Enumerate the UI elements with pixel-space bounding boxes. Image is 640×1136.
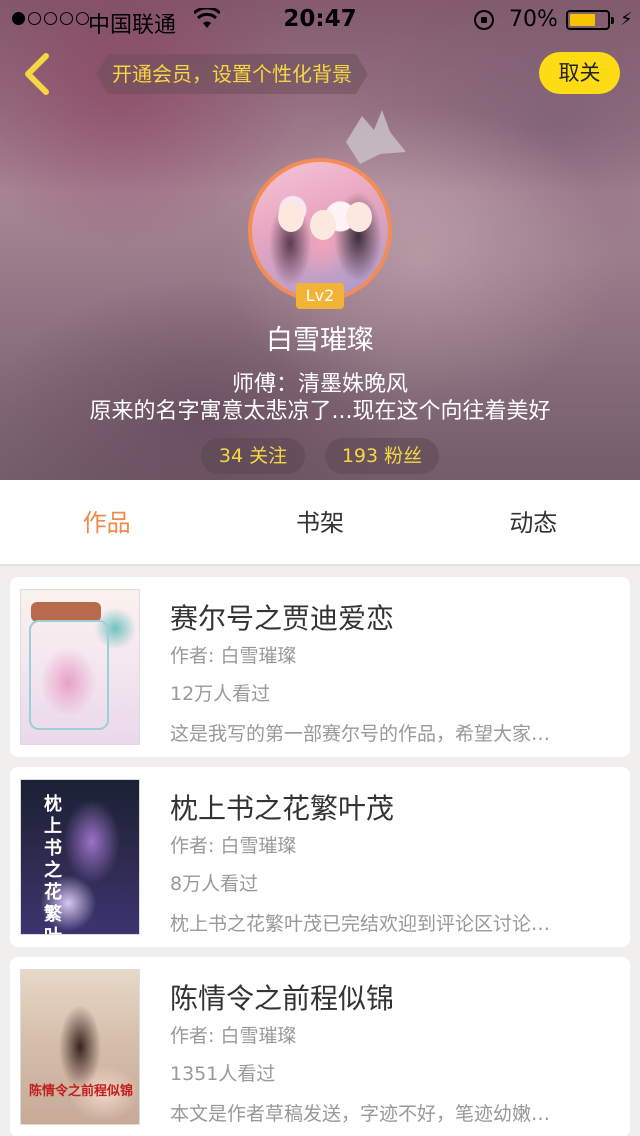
tab-works[interactable]: 作品 — [0, 480, 213, 564]
back-chevron-icon[interactable] — [18, 50, 58, 98]
work-title: 赛尔号之贾迪爱恋 — [170, 602, 395, 635]
following-count-button[interactable]: 34 关注 — [201, 438, 305, 474]
work-author: 作者: 白雪璀璨 — [170, 1025, 297, 1047]
status-bar: 中国联通 20:47 70% ⚡ — [0, 0, 640, 40]
battery-percentage: 70% — [509, 7, 558, 32]
unfollow-button[interactable]: 取关 — [539, 52, 620, 94]
bio-text: 原来的名字寓意太悲凉了...现在这个向往着美好 — [89, 399, 551, 424]
work-card[interactable]: 陈情令之前程似锦 陈情令之前程似锦 作者: 白雪璀璨 1351人看过 本文是作者… — [10, 957, 630, 1136]
book-cover: 枕上书之花繁叶茂 — [20, 779, 140, 935]
work-views: 1351人看过 — [170, 1063, 276, 1085]
work-views: 12万人看过 — [170, 683, 271, 705]
work-author: 作者: 白雪璀璨 — [170, 645, 297, 667]
work-title: 陈情令之前程似锦 — [170, 982, 395, 1015]
work-views: 8万人看过 — [170, 873, 259, 895]
charging-icon: ⚡ — [620, 9, 633, 30]
battery-icon — [566, 10, 614, 30]
work-author: 作者: 白雪璀璨 — [170, 835, 297, 857]
book-cover — [20, 589, 140, 745]
work-description: 本文是作者草稿发送，字迹不好，笔迹幼嫩… — [170, 1103, 551, 1125]
work-card[interactable]: 枕上书之花繁叶茂 枕上书之花繁叶茂 作者: 白雪璀璨 8万人看过 枕上书之花繁叶… — [10, 767, 630, 947]
cover-title-text: 陈情令之前程似锦 — [28, 1084, 133, 1099]
avatar[interactable] — [248, 158, 392, 302]
fans-count-button[interactable]: 193 粉丝 — [325, 438, 439, 474]
level-badge: Lv2 — [296, 283, 344, 309]
username: 白雪璀璨 — [266, 325, 374, 356]
tab-bookshelf[interactable]: 书架 — [213, 480, 426, 564]
vip-background-prompt[interactable]: 开通会员，设置个性化背景 — [96, 54, 368, 94]
work-card[interactable]: 赛尔号之贾迪爱恋 作者: 白雪璀璨 12万人看过 这是我写的第一部赛尔号的作品，… — [10, 577, 630, 757]
work-description: 枕上书之花繁叶茂已完结欢迎到评论区讨论… — [170, 913, 551, 935]
profile-tabs: 作品 书架 动态 — [0, 480, 640, 566]
work-title: 枕上书之花繁叶茂 — [170, 792, 395, 825]
cover-title-text: 枕上书之花繁叶茂 — [44, 794, 62, 934]
tab-activity[interactable]: 动态 — [427, 480, 640, 564]
orientation-lock-icon — [474, 10, 494, 30]
work-description: 这是我写的第一部赛尔号的作品，希望大家… — [170, 723, 551, 745]
book-cover: 陈情令之前程似锦 — [20, 969, 140, 1125]
crown-icon — [346, 110, 406, 164]
